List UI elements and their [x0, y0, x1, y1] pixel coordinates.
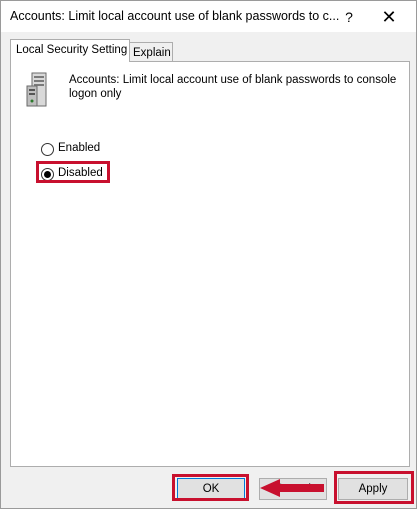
policy-description: Accounts: Limit local account use of bla…	[69, 74, 397, 100]
tab-explain[interactable]: Explain	[127, 42, 173, 63]
highlight-ok-box	[172, 474, 249, 501]
left-arrow-icon	[260, 479, 324, 497]
window-title: Accounts: Limit local account use of bla…	[10, 9, 340, 23]
highlight-apply-box	[334, 471, 414, 504]
tab-label: Explain	[133, 47, 171, 59]
close-button[interactable]: ✕	[372, 4, 406, 30]
properties-dialog: Accounts: Limit local account use of bla…	[0, 0, 417, 509]
radio-label-enabled: Enabled	[58, 142, 101, 154]
title-bar: Accounts: Limit local account use of bla…	[1, 1, 416, 32]
tab-local-security-setting[interactable]: Local Security Setting	[10, 39, 130, 62]
tab-label: Local Security Setting	[16, 44, 128, 56]
settings-panel: Accounts: Limit local account use of bla…	[10, 61, 410, 467]
server-icon	[26, 72, 47, 107]
help-button[interactable]: ?	[334, 4, 364, 30]
radio-circle[interactable]	[41, 143, 54, 156]
highlight-disabled-box	[36, 161, 110, 183]
